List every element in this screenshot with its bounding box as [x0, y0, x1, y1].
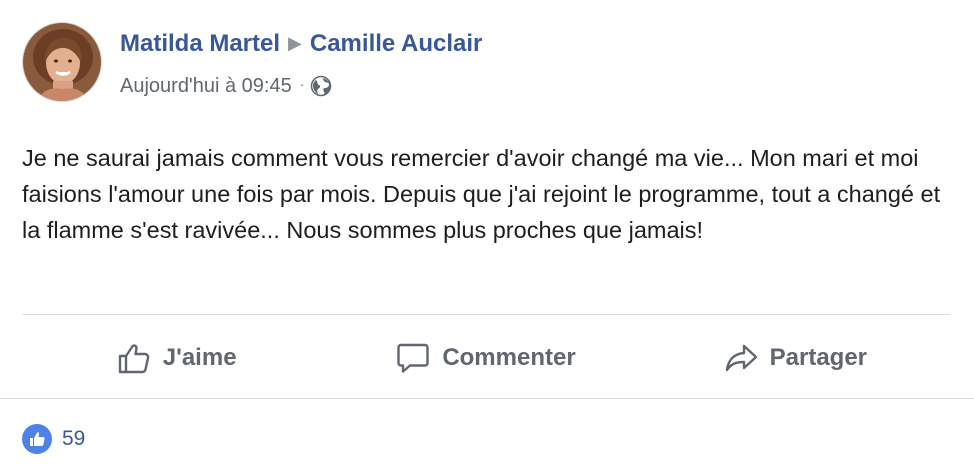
like-button[interactable]: J'aime: [22, 330, 331, 386]
post-header: Matilda Martel ▶ Camille Auclair Aujourd'h…: [22, 22, 482, 104]
arrow-right-icon: ▶: [288, 33, 302, 53]
recipient-name-link[interactable]: Camille Auclair: [310, 30, 483, 57]
divider: [0, 398, 974, 399]
like-label: J'aime: [162, 344, 237, 371]
comment-label: Commenter: [442, 344, 576, 371]
globe-icon[interactable]: [310, 75, 332, 97]
post-names: Matilda Martel ▶ Camille Auclair: [120, 28, 482, 61]
comment-icon: [397, 343, 430, 373]
share-label: Partager: [769, 344, 868, 371]
post-timestamp[interactable]: Aujourd'hui à 09:45: [120, 73, 292, 99]
action-bar: J'aime Commenter Partager: [22, 330, 950, 386]
like-reaction-icon: [22, 424, 52, 454]
reactions-summary[interactable]: 59: [22, 424, 85, 454]
comment-button[interactable]: Commenter: [331, 330, 640, 386]
post-meta: Aujourd'hui à 09:45 ·: [120, 73, 482, 99]
avatar[interactable]: [22, 22, 102, 102]
share-arrow-icon: [725, 344, 757, 372]
post-text: Je ne saurai jamais comment vous remerci…: [22, 145, 941, 243]
header-text: Matilda Martel ▶ Camille Auclair Aujourd'h…: [120, 28, 482, 99]
like-count: 59: [62, 427, 86, 450]
thumbs-up-icon: [118, 344, 150, 374]
meta-separator: ·: [299, 76, 305, 92]
author-name-link[interactable]: Matilda Martel: [120, 30, 280, 57]
share-button[interactable]: Partager: [641, 330, 950, 386]
divider: [22, 314, 950, 315]
